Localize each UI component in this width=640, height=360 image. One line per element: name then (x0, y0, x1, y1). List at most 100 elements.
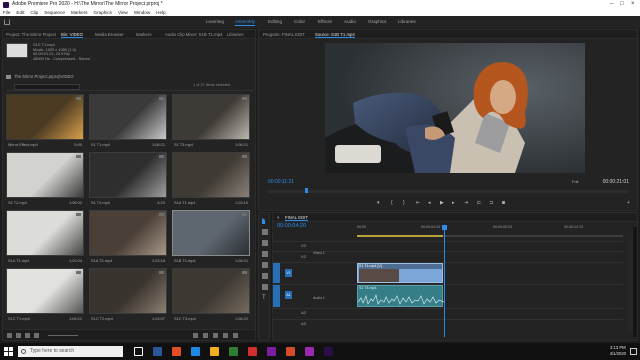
automate-sequence-icon[interactable] (193, 333, 198, 338)
clip-tile[interactable]: S1 T4.mp4 8:23 (89, 152, 167, 209)
menu-sequence[interactable]: Sequence (44, 9, 65, 16)
tab-markers[interactable]: Markers (136, 30, 152, 39)
play-button[interactable]: ▶ (440, 201, 444, 206)
step-forward-button[interactable]: ▸ (452, 201, 455, 206)
clip-thumbnail[interactable] (6, 268, 84, 314)
work-area-bar[interactable] (357, 235, 623, 237)
find-icon[interactable] (203, 333, 208, 338)
close-sequence-icon[interactable]: × (277, 213, 280, 222)
acrobat-icon[interactable] (248, 347, 257, 356)
clip-thumbnail[interactable] (172, 152, 250, 198)
clip-tile[interactable]: S1C T3.mp4 1:08:22 (172, 268, 250, 325)
fit-dropdown[interactable]: Full (572, 179, 578, 184)
tab-learning[interactable]: Learning (206, 16, 224, 28)
audio-clip[interactable]: S1 T4.mp4 (357, 285, 444, 307)
track-label-v1[interactable]: V1 (285, 269, 292, 277)
export-frame-button[interactable]: ◙ (502, 201, 505, 206)
list-view-icon[interactable] (16, 333, 21, 338)
maximize-icon[interactable]: □ (620, 0, 624, 9)
clip-tile[interactable]: Mirror Effect.mp4 5:00 (6, 94, 84, 151)
pen-tool-icon[interactable] (262, 273, 268, 279)
menu-file[interactable]: File (3, 9, 10, 16)
clip-thumbnail[interactable] (172, 210, 250, 256)
tab-source[interactable]: Source: S1B T1.mp4 (315, 30, 355, 39)
clip-thumbnail[interactable] (172, 94, 250, 140)
go-to-out-button[interactable]: ⇥ (464, 201, 468, 206)
windows-start-icon[interactable] (4, 347, 13, 356)
icon-view-icon[interactable] (25, 333, 30, 338)
tab-effects[interactable]: Effects (318, 16, 332, 28)
clip-tile[interactable]: S1A T1.mp4 1:03:19 (172, 152, 250, 209)
edge-icon[interactable] (172, 347, 181, 356)
clip-tile[interactable]: S1 T3.mp4 1:06:21 (172, 94, 250, 151)
clip-thumbnail[interactable] (89, 94, 167, 140)
source-patch-a1[interactable] (273, 285, 280, 307)
menu-edit[interactable]: Edit (16, 9, 24, 16)
clip-thumbnail[interactable] (6, 210, 84, 256)
marker-button[interactable]: ▾ (377, 201, 380, 206)
store-icon[interactable] (229, 347, 238, 356)
trash-icon[interactable] (233, 333, 238, 338)
new-bin-icon[interactable] (213, 333, 218, 338)
clip-thumbnail[interactable] (89, 210, 167, 256)
razor-tool-icon[interactable] (262, 251, 268, 257)
mark-in-button[interactable]: { (391, 201, 393, 206)
tab-libraries[interactable]: Libraries (398, 16, 416, 28)
source-patch-v1[interactable] (273, 263, 280, 283)
clip-thumbnail[interactable] (89, 152, 167, 198)
tab-audio[interactable]: Audio (344, 16, 356, 28)
clip-thumbnail[interactable] (89, 268, 167, 314)
file-explorer-icon[interactable] (210, 347, 219, 356)
close-icon[interactable]: × (631, 0, 635, 9)
tab-assembly[interactable]: Assembly (235, 16, 255, 28)
insert-button[interactable]: ⊏ (477, 201, 481, 206)
video-frame[interactable] (325, 43, 585, 173)
clip-thumbnail[interactable] (6, 94, 84, 140)
premiere-icon[interactable] (324, 347, 333, 356)
media-encoder-icon[interactable] (267, 347, 276, 356)
video-clip[interactable]: S1 T4.mp4 [V] (357, 263, 443, 283)
mark-out-button[interactable]: } (403, 201, 405, 206)
tab-media-browser[interactable]: Media Browser (95, 30, 124, 39)
ripple-edit-tool-icon[interactable] (262, 240, 268, 246)
clip-tile[interactable]: S1 T2.mp4 1:06:02 (6, 152, 84, 209)
clip-thumbnail[interactable] (6, 152, 84, 198)
type-tool-icon[interactable]: T (262, 295, 268, 301)
lock-icon[interactable] (7, 333, 12, 338)
task-view-icon[interactable] (134, 347, 143, 356)
menu-window[interactable]: Window (134, 9, 150, 16)
system-clock[interactable]: 3:13 PM 4/1/2020 (610, 345, 626, 357)
source-playhead[interactable] (305, 188, 308, 193)
track-label-a1[interactable]: A1 (285, 291, 292, 299)
menu-view[interactable]: View (118, 9, 128, 16)
menu-markers[interactable]: Markers (71, 9, 88, 16)
zoom-slider[interactable] (48, 335, 78, 336)
notification-icon[interactable] (630, 348, 637, 355)
bin-search-input[interactable] (14, 83, 80, 90)
go-to-in-button[interactable]: ⇤ (416, 201, 420, 206)
clip-tile[interactable]: S1 T1.mp4 1:08:21 (89, 94, 167, 151)
clip-thumbnail[interactable] (172, 268, 250, 314)
source-scrubber[interactable] (267, 188, 629, 193)
tab-graphics[interactable]: Graphics (368, 16, 386, 28)
timeline-timecode[interactable]: 00:00:04:20 (277, 223, 306, 229)
add-button-icon[interactable]: + (627, 201, 630, 206)
tab-color[interactable]: Color (294, 16, 305, 28)
slip-tool-icon[interactable] (262, 262, 268, 268)
menu-graphics[interactable]: Graphics (94, 9, 112, 16)
clip-tile[interactable]: S1C T1.mp4 1:06:21 (6, 268, 84, 325)
step-back-button[interactable]: ◂ (428, 201, 431, 206)
tab-project[interactable]: Project: The Mirror Project (6, 30, 56, 39)
chrome-icon[interactable] (191, 347, 200, 356)
menu-clip[interactable]: Clip (30, 9, 38, 16)
tab-libraries-panel[interactable]: Libraries (227, 30, 243, 39)
word-icon[interactable] (153, 347, 162, 356)
tab-final-edit[interactable]: FINAL EDIT (285, 213, 308, 222)
home-icon[interactable] (4, 19, 10, 25)
tab-editing[interactable]: Editing (268, 16, 282, 28)
timeline-playhead[interactable] (442, 225, 447, 337)
new-item-icon[interactable] (223, 333, 228, 338)
powerpoint-icon[interactable] (286, 347, 295, 356)
time-ruler[interactable]: 00:00 00:00:04:23 00:00:09:23 00:00:14:2… (357, 225, 623, 235)
hand-tool-icon[interactable] (262, 284, 268, 290)
